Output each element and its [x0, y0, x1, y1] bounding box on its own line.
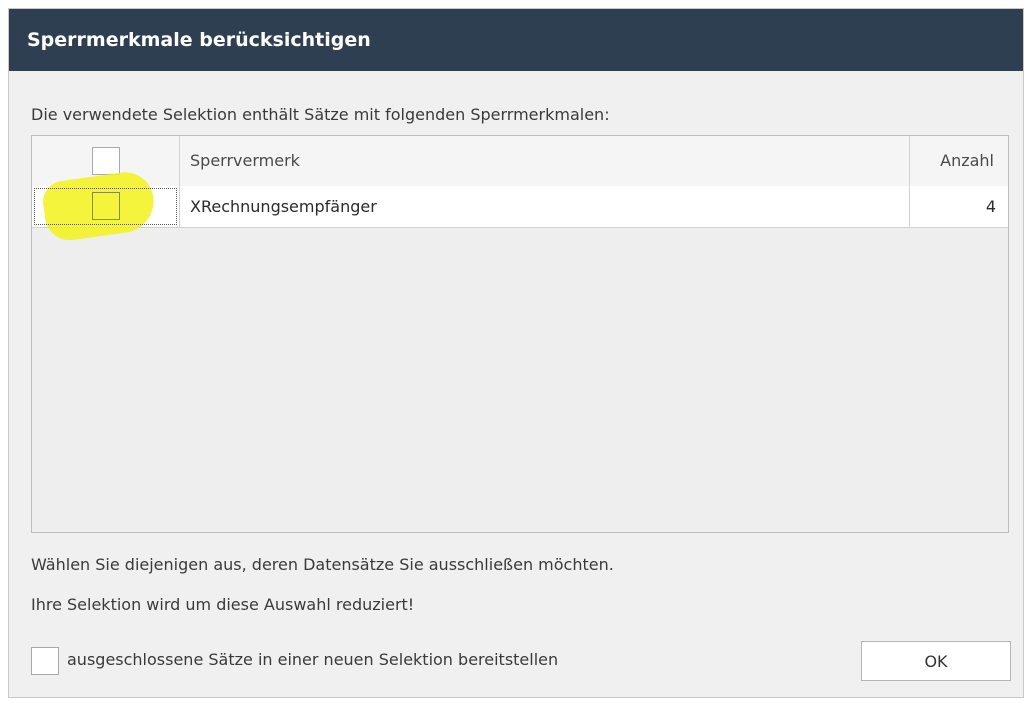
row-check-cell[interactable]	[32, 168, 180, 244]
grid-header: Sperrvermerk Anzahl	[32, 136, 1008, 187]
row-name-cell: XRechnungsempfänger	[180, 186, 910, 227]
dialog-window: Sperrmerkmale berücksichtigen Die verwen…	[8, 8, 1024, 698]
header-count-cell[interactable]: Anzahl	[910, 136, 1008, 186]
row-count: 4	[985, 197, 996, 216]
column-header-anzahl: Anzahl	[940, 151, 994, 170]
intro-text: Die verwendete Selektion enthält Sätze m…	[31, 105, 610, 124]
blocking-features-grid: Sperrvermerk Anzahl XRechnungsempfänger …	[31, 135, 1009, 533]
row-count-cell: 4	[910, 186, 1008, 227]
new-selection-label[interactable]: ausgeschlossene Sätze in einer neuen Sel…	[67, 650, 558, 669]
table-row[interactable]: XRechnungsempfänger 4	[32, 168, 1008, 244]
column-header-sperrvermerk: Sperrvermerk	[190, 151, 300, 170]
select-all-checkbox[interactable]	[92, 147, 120, 175]
ok-button[interactable]: OK	[861, 641, 1011, 681]
row-name: XRechnungsempfänger	[190, 197, 377, 216]
hint-text-1: Wählen Sie diejenigen aus, deren Datensä…	[31, 555, 614, 574]
hint-text-2: Ihre Selektion wird um diese Auswahl red…	[31, 595, 415, 614]
new-selection-checkbox[interactable]	[31, 647, 59, 675]
header-name-cell[interactable]: Sperrvermerk	[180, 136, 910, 186]
dialog-title: Sperrmerkmale berücksichtigen	[9, 9, 1023, 71]
row-checkbox[interactable]	[92, 192, 120, 220]
